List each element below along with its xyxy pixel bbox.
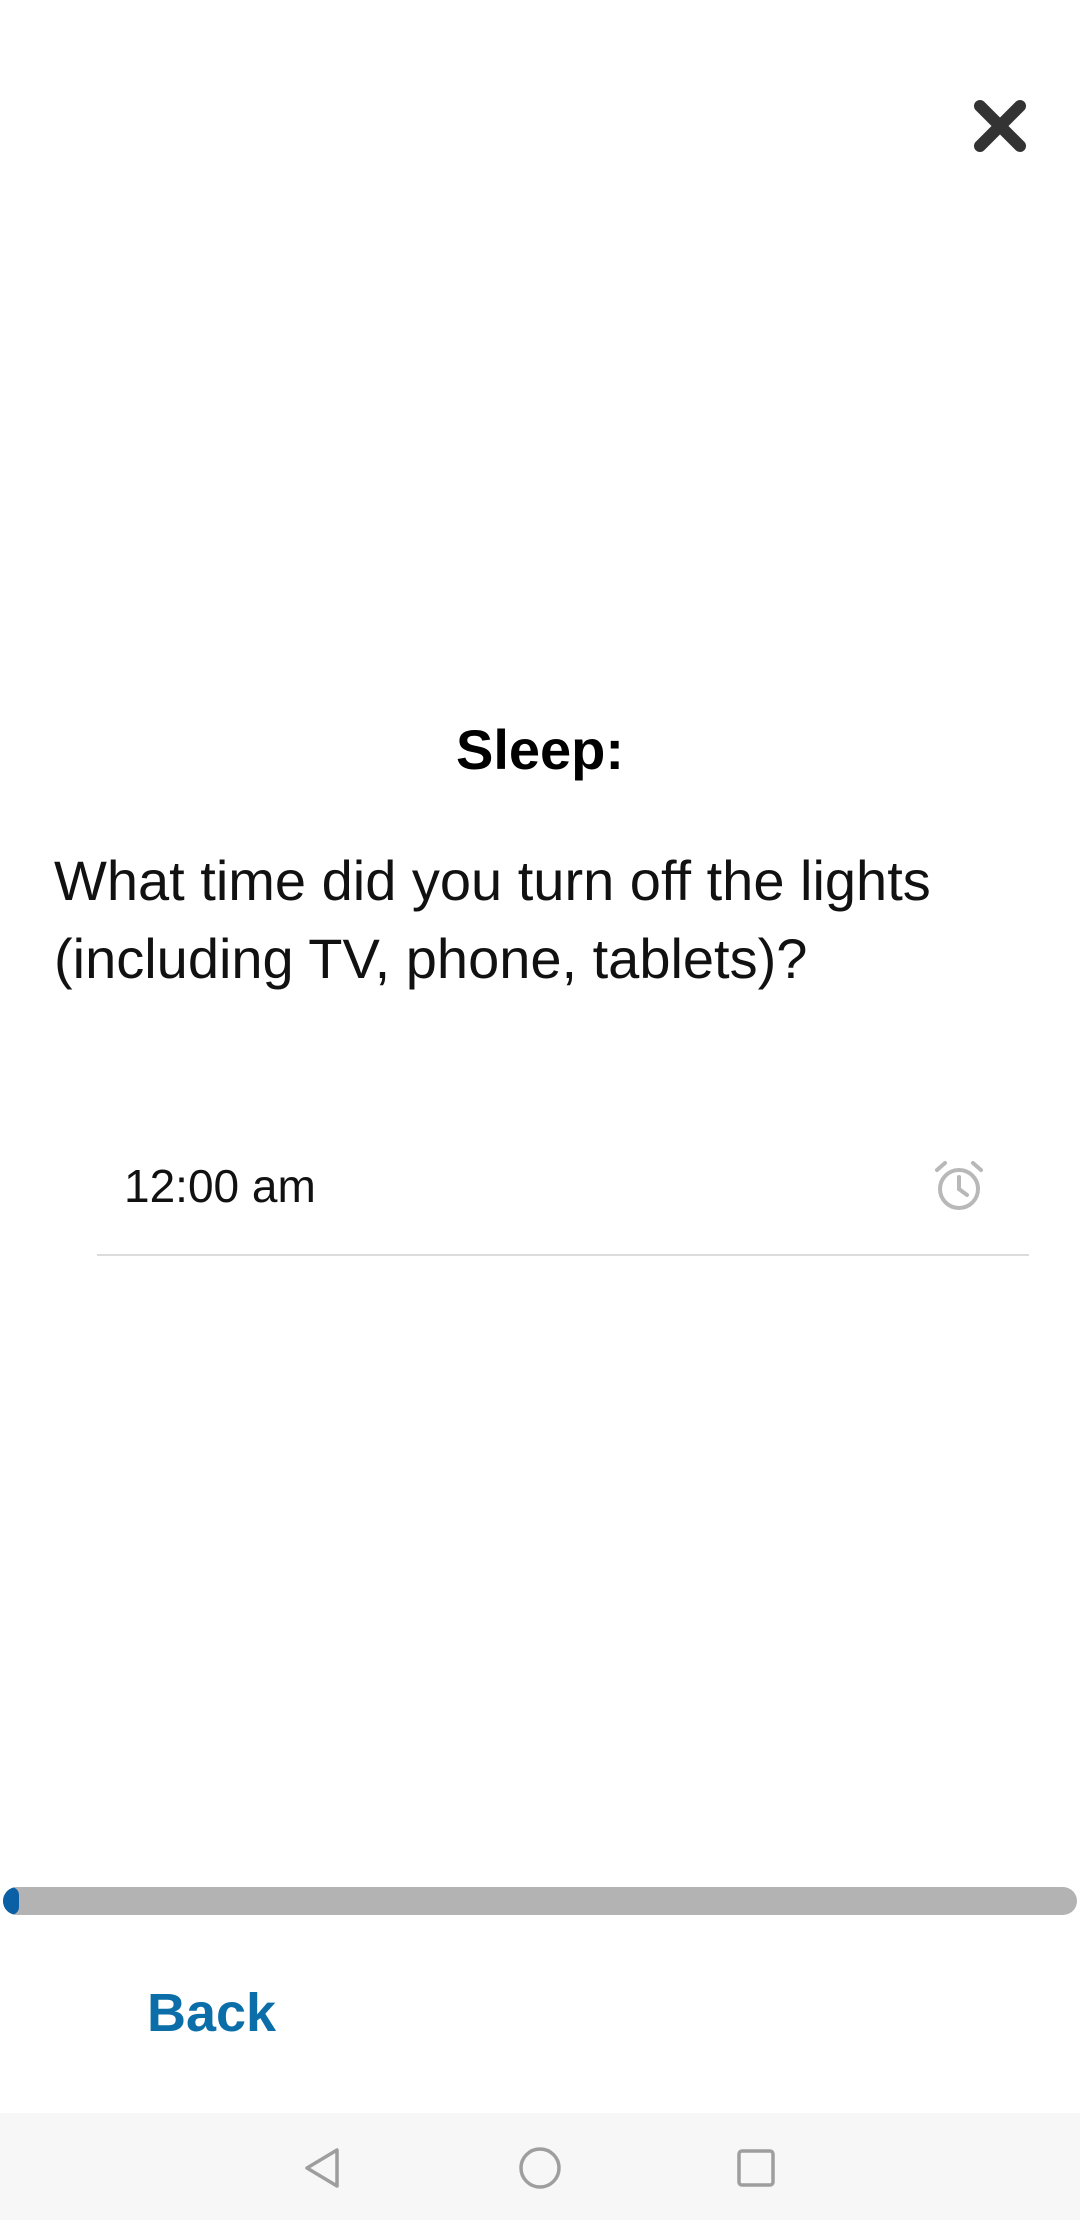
survey-screen: Sleep: What time did you turn off the li… xyxy=(0,0,1080,2220)
section-title: Sleep: xyxy=(455,718,625,781)
system-back-button[interactable] xyxy=(288,2133,358,2203)
time-value: 12:00 am xyxy=(124,1160,316,1212)
back-triangle-icon xyxy=(305,2148,339,2188)
system-home-button[interactable] xyxy=(505,2133,575,2203)
alarm-clock-icon xyxy=(935,1161,983,1210)
progress-fill xyxy=(3,1887,20,1915)
system-recents-button[interactable] xyxy=(721,2133,791,2203)
question-text: What time did you turn off the lights (i… xyxy=(54,849,931,990)
progress-bar xyxy=(3,1887,1077,1915)
recents-square-icon xyxy=(737,2149,775,2187)
system-nav-bar xyxy=(0,2113,1080,2220)
close-button[interactable] xyxy=(960,86,1040,166)
back-button[interactable]: Back xyxy=(147,1978,276,2048)
close-icon xyxy=(974,100,1026,152)
time-picker-field[interactable]: 12:00 am xyxy=(97,1140,1029,1256)
home-circle-icon xyxy=(519,2147,561,2189)
